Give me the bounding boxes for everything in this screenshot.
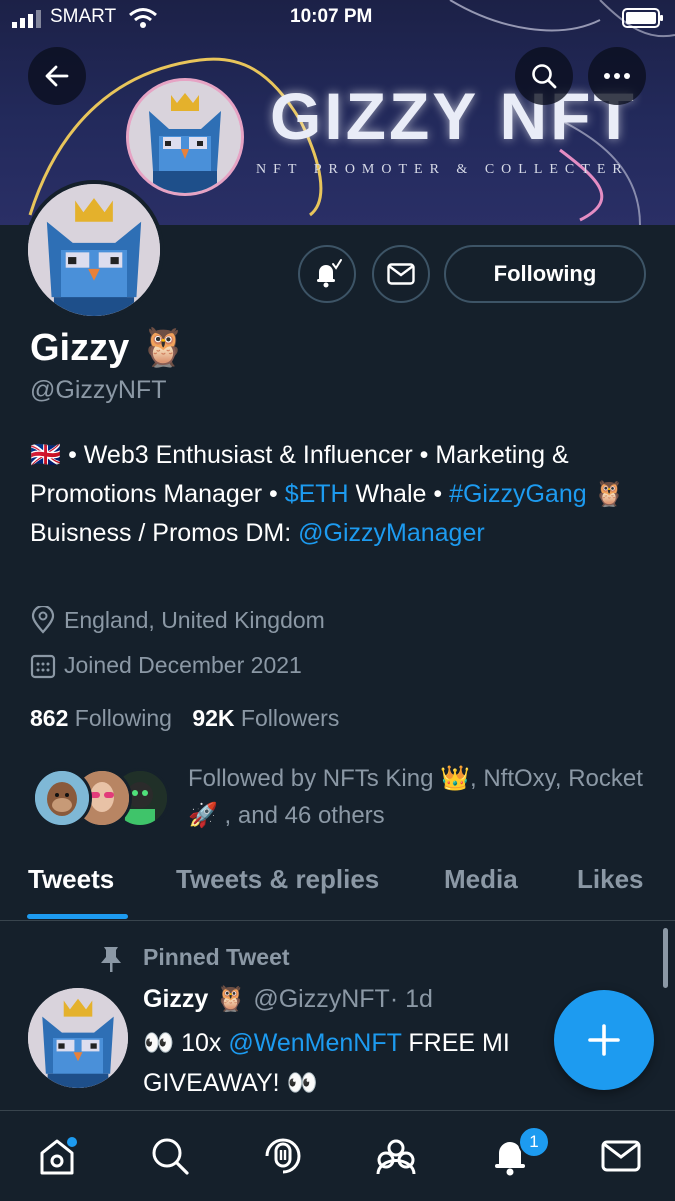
signal-icon (12, 10, 41, 28)
mail-icon (387, 263, 415, 285)
search-icon (152, 1138, 189, 1175)
nav-messages[interactable] (597, 1132, 645, 1180)
compose-tweet-button[interactable] (554, 990, 654, 1090)
nav-spaces[interactable] (259, 1132, 307, 1180)
tweet-author-handle: @GizzyNFT (253, 985, 390, 1013)
battery-icon (622, 8, 663, 28)
followers-stat[interactable]: 92K Followers (192, 705, 339, 731)
clock: 10:07 PM (290, 6, 373, 27)
profile-joined-date: Joined December 2021 (30, 652, 302, 679)
carrier-name: SMART (50, 6, 117, 27)
display-name: Gizzy 🦉 (30, 327, 188, 369)
arrow-left-icon (45, 65, 69, 87)
tweet-timestamp: · 1d (389, 985, 433, 1013)
calendar-icon (30, 654, 56, 678)
profile-bio: 🇬🇧 • Web3 Enthusiast & Influencer • Mark… (30, 436, 650, 553)
banner-title: GIZZY NFT (270, 79, 637, 153)
tweet-author-name[interactable]: Gizzy 🦉 (143, 985, 246, 1013)
bell-check-icon (317, 259, 342, 288)
location-pin-icon (31, 606, 55, 634)
nav-search[interactable] (146, 1132, 194, 1180)
communities-icon (376, 1139, 416, 1175)
bio-text: Whale • (348, 480, 450, 508)
banner-subtitle: NFT PROMOTER & COLLECTER (256, 162, 629, 177)
tweet-text-part: FREE MI (401, 1029, 510, 1057)
more-icon (604, 73, 630, 79)
nav-communities[interactable] (372, 1132, 420, 1180)
notifications-toggle-button[interactable] (298, 245, 356, 303)
scrollbar[interactable] (663, 928, 668, 988)
divider (0, 920, 675, 921)
more-options-button[interactable] (588, 47, 646, 105)
nav-home[interactable] (33, 1132, 81, 1180)
tweet-author-avatar[interactable] (28, 988, 128, 1088)
wifi-icon (129, 8, 157, 28)
pinned-tweet-label: Pinned Tweet (143, 944, 290, 970)
banner-owl-image (126, 78, 244, 196)
bio-flag: 🇬🇧 (30, 441, 62, 469)
home-icon (40, 1137, 77, 1175)
back-button[interactable] (28, 47, 86, 105)
mention-link[interactable]: @GizzyManager (298, 519, 485, 547)
tweet-text[interactable]: 👀 10x @WenMenNFT FREE MI GIVEAWAY! 👀 (143, 1023, 583, 1103)
tab-media[interactable]: Media (444, 864, 518, 895)
tweet-text-part: GIVEAWAY! 👀 (143, 1069, 318, 1097)
notification-badge: 1 (518, 1126, 550, 1158)
cashtag-link[interactable]: $ETH (285, 480, 349, 508)
following-count: 862 (30, 705, 69, 731)
search-button[interactable] (515, 47, 573, 105)
following-label: Following (74, 705, 172, 731)
followed-by-text[interactable]: Followed by NFTs King 👑, NftOxy, Rocket … (188, 760, 648, 834)
tweet-header: Gizzy 🦉 @GizzyNFT· 1d (143, 985, 433, 1014)
location-text: England, United Kingdom (64, 606, 325, 633)
plus-icon (588, 1024, 620, 1056)
bottom-navigation (0, 1110, 675, 1201)
follow-stats: 862 Following 92K Followers (30, 705, 339, 732)
spaces-icon (265, 1138, 301, 1174)
tab-likes[interactable]: Likes (577, 864, 644, 895)
followers-label: Followers (240, 705, 340, 731)
following-stat[interactable]: 862 Following (30, 705, 172, 731)
tab-tweets-replies[interactable]: Tweets & replies (176, 864, 379, 895)
tab-tweets[interactable]: Tweets (28, 864, 114, 895)
profile-handle: @GizzyNFT (30, 376, 167, 404)
search-icon (532, 64, 557, 89)
tweet-mention-link[interactable]: @WenMenNFT (228, 1029, 401, 1057)
following-button[interactable]: Following (444, 245, 646, 303)
tweet-text-part: 👀 10x (143, 1029, 229, 1057)
active-tab-indicator (27, 914, 128, 919)
profile-location: England, United Kingdom (30, 606, 325, 634)
followers-count: 92K (192, 705, 235, 731)
follower-avatar[interactable] (32, 768, 92, 828)
hashtag-link[interactable]: #GizzyGang (449, 480, 587, 508)
pin-icon (101, 947, 121, 972)
joined-text: Joined December 2021 (64, 652, 302, 678)
message-button[interactable] (372, 245, 430, 303)
messages-icon (601, 1140, 641, 1172)
profile-avatar[interactable] (24, 180, 164, 320)
